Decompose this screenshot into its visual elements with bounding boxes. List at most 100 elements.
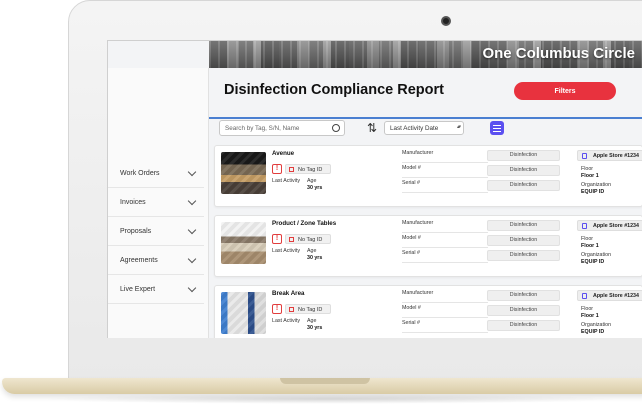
field-divider [402, 247, 488, 248]
chevron-down-icon [187, 254, 197, 264]
tag-badge: No Tag ID [285, 164, 331, 174]
age-label: Age [307, 318, 317, 324]
sidebar-item-live-expert[interactable]: Live Expert [108, 276, 204, 304]
organization-value: EQUIP ID [581, 189, 605, 195]
sidebar-item-label: Live Expert [120, 286, 156, 293]
store-icon [582, 222, 587, 229]
search-input[interactable]: Search by Tag, S/N, Name [219, 120, 345, 136]
location-banner: One Columbus Circle [209, 41, 642, 68]
tag-icon [289, 307, 294, 312]
field-divider [402, 302, 488, 303]
disinfection-button[interactable]: Disinfection [487, 305, 560, 316]
store-badge[interactable]: Apple Store #1234 [577, 290, 642, 301]
chevron-down-icon [187, 196, 197, 206]
tag-label: No Tag ID [298, 306, 323, 313]
floor-value: Floor 1 [581, 313, 599, 319]
laptop-mockup: One Columbus Circle Work Orders Invoices… [0, 0, 642, 405]
filters-button[interactable]: Filters [514, 82, 616, 100]
laptop-notch [280, 378, 370, 384]
model-label: Model # [402, 165, 421, 171]
webcam [441, 16, 451, 26]
disinfection-button[interactable]: Disinfection [487, 320, 560, 331]
disinfection-button[interactable]: Disinfection [487, 235, 560, 246]
laptop-shadow [40, 394, 620, 404]
sort-icon[interactable]: ⇅ [367, 121, 377, 135]
floor-value: Floor 1 [581, 173, 599, 179]
field-divider [402, 192, 488, 193]
asset-name: Product / Zone Tables [272, 220, 337, 227]
field-divider [402, 177, 488, 178]
sidebar-item-invoices[interactable]: Invoices [108, 189, 204, 217]
field-divider [402, 232, 488, 233]
last-activity-label: Last Activity [272, 248, 300, 254]
sidebar-item-label: Agreements [120, 257, 158, 264]
tag-label: No Tag ID [298, 236, 323, 243]
sidebar-item-work-orders[interactable]: Work Orders [108, 160, 204, 188]
floor-label: Floor [581, 306, 594, 312]
tag-badge: No Tag ID [285, 304, 331, 314]
chevron-down-icon [187, 225, 197, 235]
age-value: 30 yrs [307, 255, 323, 261]
organization-label: Organization [581, 252, 612, 258]
field-divider [402, 162, 488, 163]
sidebar-item-label: Work Orders [120, 170, 160, 177]
disinfection-button[interactable]: Disinfection [487, 290, 560, 301]
tag-icon [289, 167, 294, 172]
disinfection-button[interactable]: Disinfection [487, 180, 560, 191]
store-icon [582, 292, 587, 299]
asset-name: Break Area [272, 290, 305, 297]
asset-card[interactable]: Product / Zone Tables ! No Tag ID Last A… [214, 215, 642, 277]
field-divider [402, 332, 488, 333]
main-content: Disinfection Compliance Report Filters S… [209, 68, 642, 338]
disinfection-button[interactable]: Disinfection [487, 250, 560, 261]
sort-select-value: Last Activity Date [390, 125, 439, 132]
asset-photo [221, 292, 266, 334]
disinfection-button[interactable]: Disinfection [487, 165, 560, 176]
alert-icon: ! [272, 234, 282, 244]
search-placeholder: Search by Tag, S/N, Name [225, 125, 300, 132]
tune-icon[interactable] [490, 121, 504, 135]
location-title: One Columbus Circle [482, 45, 635, 62]
sidebar: Work Orders Invoices Proposals Agreement… [108, 68, 209, 338]
store-label: Apple Store #1234 [593, 153, 639, 159]
tag-label: No Tag ID [298, 166, 323, 173]
asset-photo [221, 152, 266, 194]
alert-icon: ! [272, 304, 282, 314]
organization-label: Organization [581, 322, 612, 328]
asset-card[interactable]: Avenue ! No Tag ID Last Activity Age 30 … [214, 145, 642, 207]
tag-icon [289, 237, 294, 242]
model-label: Model # [402, 305, 421, 311]
page-title: Disinfection Compliance Report [224, 82, 444, 98]
store-label: Apple Store #1234 [593, 223, 639, 229]
sidebar-item-agreements[interactable]: Agreements [108, 247, 204, 275]
manufacturer-label: Manufacturer [402, 290, 434, 296]
floor-label: Floor [581, 166, 594, 172]
organization-value: EQUIP ID [581, 329, 605, 335]
store-badge[interactable]: Apple Store #1234 [577, 220, 642, 231]
serial-label: Serial # [402, 180, 420, 186]
asset-photo [221, 222, 266, 264]
last-activity-label: Last Activity [272, 178, 300, 184]
chevron-down-icon [187, 283, 197, 293]
header-divider [209, 117, 642, 119]
chevron-down-icon [187, 167, 197, 177]
field-divider [402, 262, 488, 263]
age-value: 30 yrs [307, 325, 323, 331]
organization-value: EQUIP ID [581, 259, 605, 265]
age-value: 30 yrs [307, 185, 323, 191]
tag-badge: No Tag ID [285, 234, 331, 244]
age-label: Age [307, 178, 317, 184]
app-screen: One Columbus Circle Work Orders Invoices… [107, 40, 642, 338]
sort-select[interactable]: Last Activity Date [384, 121, 464, 135]
store-badge[interactable]: Apple Store #1234 [577, 150, 642, 161]
field-divider [402, 317, 488, 318]
asset-card[interactable]: Break Area ! No Tag ID Last Activity Age… [214, 285, 642, 338]
organization-label: Organization [581, 182, 612, 188]
sidebar-item-proposals[interactable]: Proposals [108, 218, 204, 246]
disinfection-button[interactable]: Disinfection [487, 220, 560, 231]
sidebar-item-label: Proposals [120, 228, 152, 235]
age-label: Age [307, 248, 317, 254]
search-icon[interactable] [332, 124, 340, 132]
alert-icon: ! [272, 164, 282, 174]
disinfection-button[interactable]: Disinfection [487, 150, 560, 161]
